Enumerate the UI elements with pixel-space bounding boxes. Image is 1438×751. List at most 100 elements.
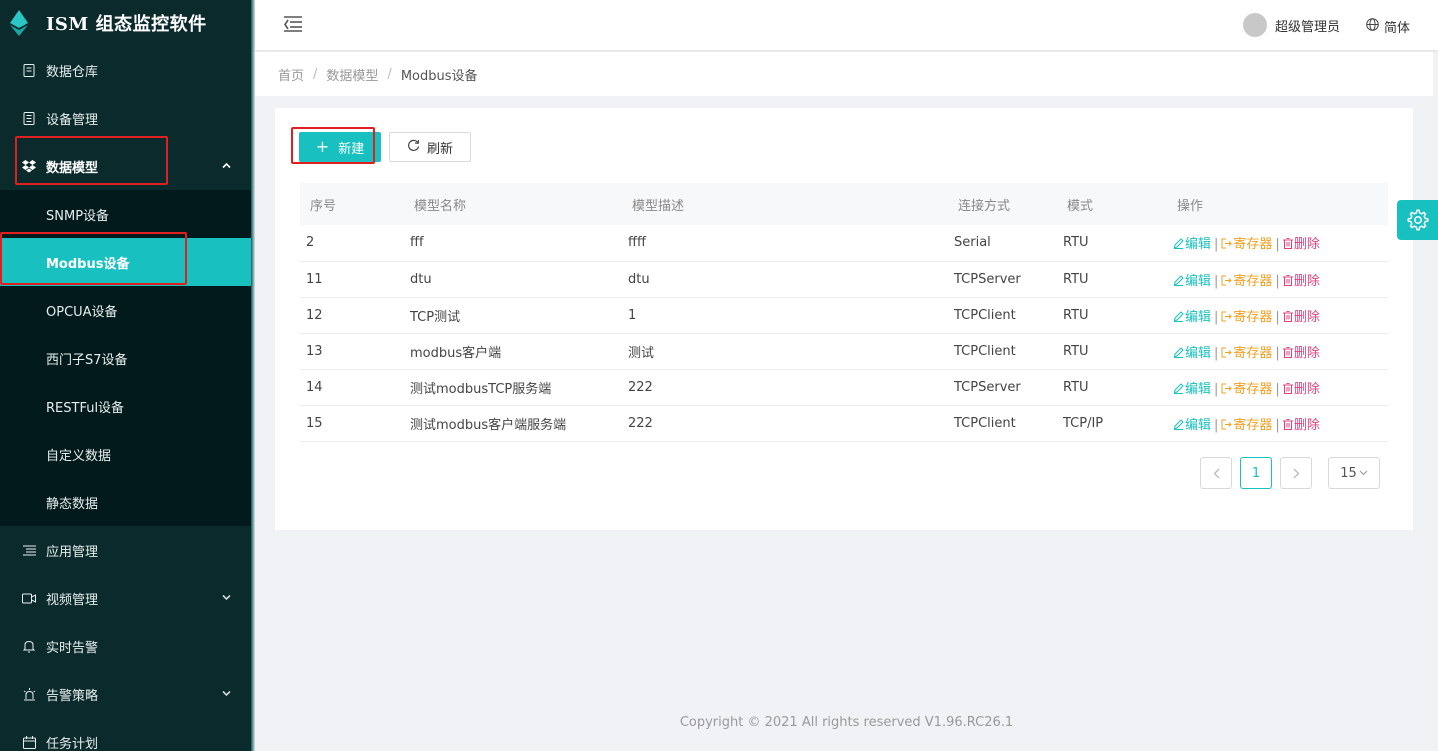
page-size-select[interactable]: 15 xyxy=(1328,457,1380,489)
edit-link[interactable]: 编辑 xyxy=(1173,382,1211,397)
cell-conn: TCPClient xyxy=(954,415,1016,431)
submenu-item-opcua[interactable]: OPCUA设备 xyxy=(0,286,251,334)
delete-label: 删除 xyxy=(1293,345,1320,361)
new-button[interactable]: + 新建 xyxy=(299,132,381,162)
register-link[interactable]: 寄存器 xyxy=(1221,382,1272,397)
table-row: 2 fff ffff Serial RTU 编辑 | 寄存器 | 删除 xyxy=(300,225,1388,261)
chevron-down-icon xyxy=(1359,470,1368,476)
register-icon xyxy=(1221,238,1233,249)
pagination-page-1[interactable]: 1 xyxy=(1240,457,1272,489)
op-separator: | xyxy=(1275,273,1280,289)
table-row: 12 TCP测试 1 TCPClient RTU 编辑 | 寄存器 | 删除 xyxy=(300,297,1388,333)
op-separator: | xyxy=(1214,309,1219,325)
register-icon xyxy=(1221,419,1233,429)
chevron-right-icon xyxy=(1293,468,1299,478)
col-header-ops: 操作 xyxy=(1177,198,1204,214)
refresh-button[interactable]: 刷新 xyxy=(389,132,471,162)
submenu-item-siemens-s7[interactable]: 西门子S7设备 xyxy=(0,334,251,382)
page-size-value: 15 xyxy=(1340,465,1357,481)
cell-ops: 编辑 | 寄存器 | 删除 xyxy=(1167,297,1388,333)
edit-label: 编辑 xyxy=(1185,273,1212,289)
sidebar-item-label: 设备管理 xyxy=(46,112,99,128)
sidebar-item-alarm-policy[interactable]: 告警策略 xyxy=(0,670,251,718)
delete-link[interactable]: 删除 xyxy=(1282,345,1320,361)
edit-link[interactable]: 编辑 xyxy=(1173,346,1211,361)
menu-collapse-icon[interactable] xyxy=(284,16,302,32)
chevron-down-icon xyxy=(222,689,231,700)
cell-conn: TCPClient xyxy=(954,307,1016,323)
edit-link[interactable]: 编辑 xyxy=(1173,237,1211,252)
delete-link[interactable]: 删除 xyxy=(1282,382,1320,397)
sidebar-item-task-schedule[interactable]: 任务计划 xyxy=(0,718,251,751)
cell-mode: RTU xyxy=(1063,235,1089,251)
breadcrumb-home[interactable]: 首页 xyxy=(278,65,304,84)
cell-name: modbus客户端 xyxy=(410,345,502,361)
sidebar-item-label: 数据仓库 xyxy=(46,64,99,80)
register-icon xyxy=(1221,383,1233,393)
trash-icon xyxy=(1282,418,1293,430)
chevron-up-icon xyxy=(222,161,231,172)
sidebar-item-data-model[interactable]: 数据模型 xyxy=(0,142,251,190)
breadcrumb-current: Modbus设备 xyxy=(400,68,478,84)
submenu-item-restful[interactable]: RESTFul设备 xyxy=(0,382,251,430)
globe-icon xyxy=(1366,18,1379,35)
delete-link[interactable]: 删除 xyxy=(1282,310,1320,325)
logo: ISM 组态监控软件 xyxy=(0,0,251,46)
cell-id: 12 xyxy=(306,307,323,323)
user-menu[interactable]: 超级管理员 xyxy=(1242,13,1340,37)
op-separator: | xyxy=(1214,273,1219,289)
modbus-device-table: 序号 模型名称 模型描述 连接方式 模式 操作 2 fff ffff Serial RT… xyxy=(300,183,1388,442)
cell-conn: TCPServer xyxy=(954,379,1021,395)
sidebar: ISM 组态监控软件 数据仓库 设备管理 数据模型 SNMP设备 Modbus设… xyxy=(0,0,251,751)
sidebar-item-device-management[interactable]: 设备管理 xyxy=(0,94,251,142)
submenu-item-modbus[interactable]: Modbus设备 xyxy=(0,238,251,286)
register-link[interactable]: 寄存器 xyxy=(1221,310,1272,325)
register-icon xyxy=(1221,275,1233,285)
data-model-submenu: SNMP设备 Modbus设备 OPCUA设备 西门子S7设备 RESTFul设… xyxy=(0,190,251,526)
delete-link[interactable]: 删除 xyxy=(1282,418,1320,433)
sidebar-item-realtime-alarm[interactable]: 实时告警 xyxy=(0,622,251,670)
language-switcher[interactable]: 简体 xyxy=(1366,17,1410,36)
edit-link[interactable]: 编辑 xyxy=(1173,274,1211,289)
op-separator: | xyxy=(1214,345,1219,361)
breadcrumb-data-model[interactable]: 数据模型 xyxy=(326,65,378,84)
edit-link[interactable]: 编辑 xyxy=(1173,310,1211,325)
register-link[interactable]: 寄存器 xyxy=(1221,274,1272,289)
pagination-next-button[interactable] xyxy=(1280,457,1312,489)
settings-button[interactable] xyxy=(1397,200,1438,240)
cell-name: dtu xyxy=(410,271,432,287)
logo-diamond-icon xyxy=(10,10,28,36)
sidebar-item-video-management[interactable]: 视频管理 xyxy=(0,574,251,622)
edit-icon xyxy=(1173,274,1184,286)
submenu-item-snmp[interactable]: SNMP设备 xyxy=(0,190,251,238)
edit-icon xyxy=(1173,418,1184,430)
pagination-prev-button[interactable] xyxy=(1200,457,1232,489)
cell-id: 2 xyxy=(306,235,315,251)
submenu-item-custom-data[interactable]: 自定义数据 xyxy=(0,430,251,478)
submenu-item-static-data[interactable]: 静态数据 xyxy=(0,478,251,526)
cell-desc: 测试 xyxy=(628,345,655,361)
delete-link[interactable]: 删除 xyxy=(1282,274,1320,289)
sidebar-item-app-management[interactable]: 应用管理 xyxy=(0,526,251,574)
language-label: 简体 xyxy=(1383,21,1410,36)
calendar-icon xyxy=(22,735,36,749)
sidebar-item-label: 应用管理 xyxy=(46,544,99,560)
col-header-desc: 模型描述 xyxy=(632,198,685,214)
cell-ops: 编辑 | 寄存器 | 删除 xyxy=(1167,333,1388,369)
op-separator: | xyxy=(1275,381,1280,397)
register-link[interactable]: 寄存器 xyxy=(1221,418,1272,433)
register-icon xyxy=(1221,311,1233,321)
plus-icon: + xyxy=(315,137,330,156)
cell-name: TCP测试 xyxy=(410,309,461,325)
register-link[interactable]: 寄存器 xyxy=(1221,346,1272,361)
database-icon xyxy=(22,63,36,77)
edit-link[interactable]: 编辑 xyxy=(1173,418,1211,433)
edit-label: 编辑 xyxy=(1185,237,1212,253)
list-icon xyxy=(22,543,36,557)
sidebar-item-data-warehouse[interactable]: 数据仓库 xyxy=(0,46,251,94)
cell-desc: 1 xyxy=(628,307,637,323)
register-link[interactable]: 寄存器 xyxy=(1221,237,1272,252)
table-header-row: 序号 模型名称 模型描述 连接方式 模式 操作 xyxy=(300,183,1388,225)
cell-ops: 编辑 | 寄存器 | 删除 xyxy=(1167,405,1388,441)
delete-link[interactable]: 删除 xyxy=(1282,237,1320,252)
